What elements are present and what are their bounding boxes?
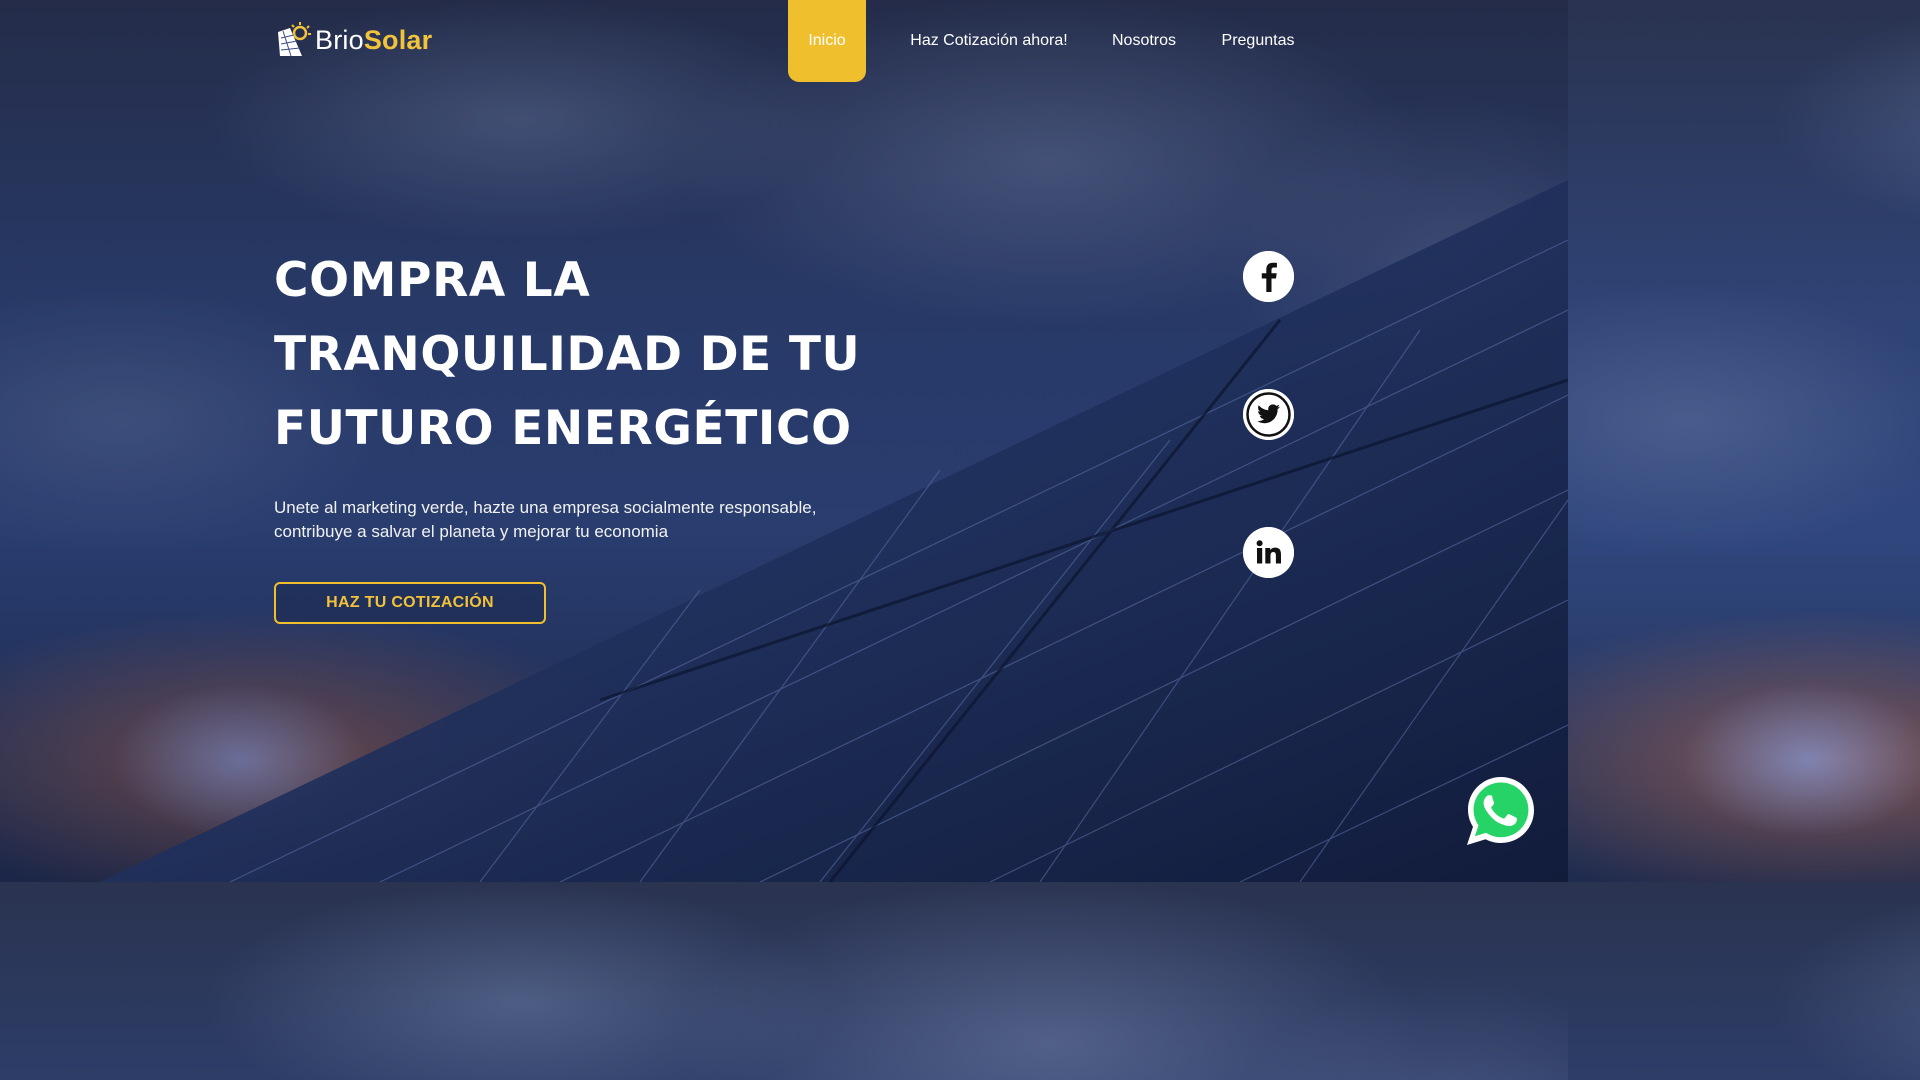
facebook-icon: [1243, 251, 1294, 302]
nav-item-inicio[interactable]: Inicio: [788, 0, 866, 82]
hero-subtitle-line: Unete al marketing verde, hazte una empr…: [274, 498, 817, 517]
hero-subtitle: Unete al marketing verde, hazte una empr…: [274, 496, 854, 544]
hero-title: COMPRA LA TRANQUILIDAD DE TU FUTURO ENER…: [274, 244, 894, 466]
nav-item-nosotros[interactable]: Nosotros: [1101, 0, 1187, 82]
whatsapp-icon: [1467, 777, 1534, 845]
nav-item-cotizacion[interactable]: Haz Cotización ahora!: [901, 0, 1077, 82]
twitter-icon: [1243, 389, 1294, 440]
hero-subtitle-line: contribuye a salvar el planeta y mejorar…: [274, 522, 669, 541]
main-nav: Inicio Haz Cotización ahora! Nosotros Pr…: [0, 0, 1568, 82]
hero-title-line: FUTURO ENERGÉTICO: [274, 401, 852, 456]
hero-title-line: TRANQUILIDAD DE TU: [274, 327, 861, 382]
facebook-link[interactable]: [1243, 251, 1294, 302]
linkedin-icon: [1243, 527, 1294, 578]
linkedin-link[interactable]: [1243, 527, 1294, 578]
whatsapp-float-button[interactable]: [1463, 773, 1539, 849]
quote-cta-button[interactable]: HAZ TU COTIZACIÓN: [274, 582, 546, 624]
nav-item-preguntas[interactable]: Preguntas: [1212, 0, 1304, 82]
hero-title-line: COMPRA LA: [274, 253, 591, 308]
twitter-link[interactable]: [1243, 389, 1294, 440]
